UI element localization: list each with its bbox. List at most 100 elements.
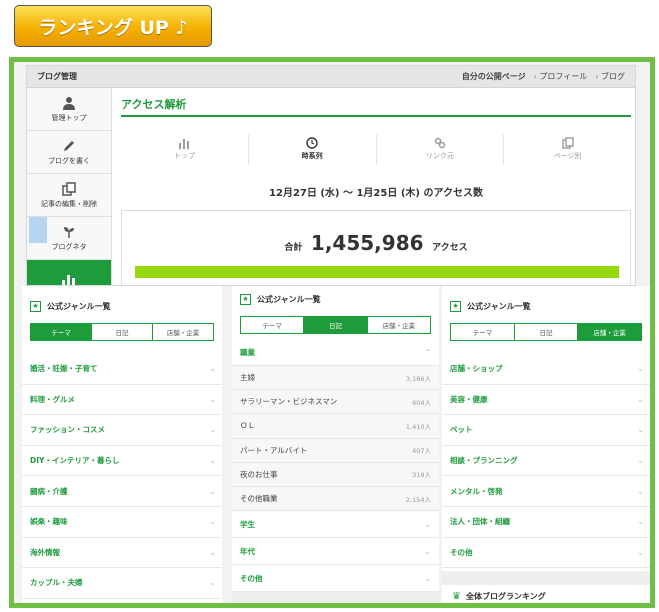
panel-header: ★ 公式ジャンル一覧	[232, 288, 439, 310]
genre-tabs: テーマ 日記 店舗・企業	[240, 316, 431, 334]
sidebar-item-label: 記事の編集・削除	[41, 199, 97, 208]
sub-item-label: その他職業	[240, 494, 278, 504]
total-access-box: 合計 1,455,986 アクセス	[121, 210, 631, 285]
item-label: 店舗・ショップ	[450, 364, 503, 374]
tab-store[interactable]: 店舗・企業	[368, 317, 430, 333]
list-item[interactable]: 年代 ⌄	[232, 538, 439, 566]
genre-list: 店舗・ショップ ⌄ 美容・健康 ⌄ ペット ⌄ 相談・プランニング ⌄ メンタル・啓発 ⌄…	[442, 354, 650, 569]
sidebar-item-edit-delete[interactable]: 記事の編集・削除	[27, 174, 111, 217]
chevron-down-icon: ⌄	[209, 517, 216, 527]
sidebar-item-admin-top[interactable]: 管理トップ	[27, 88, 111, 131]
item-label: 学生	[240, 519, 255, 529]
list-item[interactable]: 学生 ⌄	[232, 511, 439, 539]
list-item[interactable]: 婚活・妊娠・子育て ⌄	[22, 354, 222, 385]
tab-store[interactable]: 店舗・企業	[153, 324, 213, 340]
list-item[interactable]: その他 ⌄	[232, 565, 439, 593]
item-label: カップル・夫婦	[30, 578, 83, 588]
sub-item[interactable]: その他職業 2,154人	[232, 486, 439, 512]
profile-link[interactable]: プロフィール	[534, 71, 587, 82]
sub-item-label: パート・アルバイト	[240, 445, 308, 455]
list-item[interactable]: 闘病・介護 ⌄	[22, 476, 222, 507]
list-item[interactable]: 法人・団体・組織 ⌄	[442, 507, 650, 538]
tab-referrer[interactable]: リンク元	[377, 134, 505, 164]
my-public-page-link[interactable]: 自分の公開ページ	[462, 71, 526, 82]
list-item[interactable]: その他 ⌄	[442, 538, 650, 569]
blog-admin-panel: ブログ管理 自分の公開ページ プロフィール ブログ 管理トップ ブログを書く 記…	[26, 65, 636, 286]
highlight-box	[29, 217, 47, 243]
sub-item[interactable]: ＯＬ 1,410人	[232, 414, 439, 439]
admin-header: ブログ管理 自分の公開ページ プロフィール ブログ	[27, 66, 635, 88]
genre-panel-store: ★ 公式ジャンル一覧 テーマ 日記 店舗・企業 店舗・ショップ ⌄ 美容・健康 ⌄ …	[442, 286, 650, 603]
overall-ranking-header[interactable]: ♛ 全体ブログランキング	[442, 585, 650, 603]
overall-ranking-label: 全体ブログランキング	[465, 592, 546, 602]
genre-tabs: テーマ 日記 店舗・企業	[30, 323, 214, 341]
chevron-down-icon: ⌄	[209, 425, 216, 435]
sub-item-count: 3,186人	[405, 374, 431, 383]
tab-diary[interactable]: 日記	[304, 317, 368, 333]
item-label: 婚活・妊娠・子育て	[30, 364, 98, 374]
sub-item-label: 夜のお仕事	[240, 469, 278, 479]
sub-item-label: 主婦	[240, 373, 255, 383]
sub-item[interactable]: パート・アルバイト 407人	[232, 438, 439, 463]
pages-icon	[561, 137, 574, 149]
list-item[interactable]: メンタル・啓発 ⌄	[442, 476, 650, 507]
sidebar-item-blog-neta[interactable]: ブログネタ	[27, 217, 111, 260]
tab-label: ページ別	[553, 152, 582, 160]
panel-footer-space	[232, 592, 439, 603]
sidebar-item-label: ブログを書く	[48, 156, 90, 165]
tab-label: 時系列	[301, 152, 323, 160]
list-item[interactable]: 料理・グルメ ⌄	[22, 385, 222, 416]
chevron-down-icon: ⌄	[424, 573, 431, 583]
tab-top[interactable]: トップ	[121, 134, 249, 164]
tab-theme[interactable]: テーマ	[451, 324, 515, 340]
access-analysis-main: アクセス解析 トップ 時系列 リンク元 ページ別 12月27日 (水) 〜 1月…	[113, 88, 635, 285]
tab-diary[interactable]: 日記	[515, 324, 579, 340]
item-label: メンタル・啓発	[450, 486, 503, 496]
total-line: 合計 1,455,986 アクセス	[122, 231, 630, 255]
star-icon: ★	[240, 293, 251, 305]
ranking-up-button[interactable]: ランキング UP ♪	[14, 5, 212, 47]
sub-item[interactable]: 主婦 3,186人	[232, 366, 439, 391]
chevron-down-icon: ⌄	[424, 519, 431, 529]
star-icon: ★	[30, 300, 41, 312]
list-item[interactable]: DIY・インテリア・暮らし ⌄	[22, 446, 222, 477]
list-item[interactable]: 美容・健康 ⌄	[442, 385, 650, 416]
screenshot-frame: ブログ管理 自分の公開ページ プロフィール ブログ 管理トップ ブログを書く 記…	[9, 57, 655, 608]
tab-theme[interactable]: テーマ	[241, 317, 305, 333]
panel-gap	[442, 571, 650, 586]
list-item[interactable]: カップル・夫婦 ⌄	[22, 568, 222, 599]
item-label: その他	[240, 573, 263, 583]
tab-diary[interactable]: 日記	[92, 324, 153, 340]
item-label: 美容・健康	[450, 394, 488, 404]
chevron-down-icon: ⌄	[637, 364, 644, 374]
bar-chart-icon	[62, 274, 75, 285]
admin-title: ブログ管理	[37, 72, 77, 81]
chevron-down-icon: ⌄	[209, 486, 216, 496]
tab-timeline[interactable]: 時系列	[249, 134, 377, 164]
list-item[interactable]: 海外情報 ⌄	[22, 538, 222, 569]
category-occupation[interactable]: 職業 ⌃	[232, 340, 439, 366]
list-item[interactable]: 娯楽・趣味 ⌄	[22, 507, 222, 538]
sub-item-label: ＯＬ	[240, 421, 255, 431]
panel-header: ★ 公式ジャンル一覧	[442, 295, 650, 317]
chevron-up-icon: ⌃	[424, 348, 431, 357]
item-label: DIY・インテリア・暮らし	[30, 456, 120, 466]
chevron-down-icon: ⌄	[637, 486, 644, 496]
sub-item[interactable]: サラリーマン・ビジネスマン 604人	[232, 390, 439, 415]
list-item[interactable]: ペット ⌄	[442, 415, 650, 446]
bar-chart-icon	[179, 138, 190, 149]
blog-link[interactable]: ブログ	[595, 71, 625, 82]
sidebar-item-write[interactable]: ブログを書く	[27, 131, 111, 174]
tab-store[interactable]: 店舗・企業	[578, 324, 642, 340]
sidebar-item-access-analysis[interactable]	[27, 260, 111, 285]
chevron-down-icon: ⌄	[637, 517, 644, 527]
list-item[interactable]: ファッション・コスメ ⌄	[22, 415, 222, 446]
pencil-icon	[64, 140, 74, 151]
list-item[interactable]: 相談・プランニング ⌄	[442, 446, 650, 477]
list-item[interactable]: 店舗・ショップ ⌄	[442, 354, 650, 385]
chevron-down-icon: ⌄	[209, 578, 216, 588]
sub-item[interactable]: 夜のお仕事 319人	[232, 462, 439, 487]
tab-per-page[interactable]: ページ別	[504, 134, 631, 164]
chevron-down-icon: ⌄	[209, 456, 216, 466]
tab-theme[interactable]: テーマ	[31, 324, 92, 340]
